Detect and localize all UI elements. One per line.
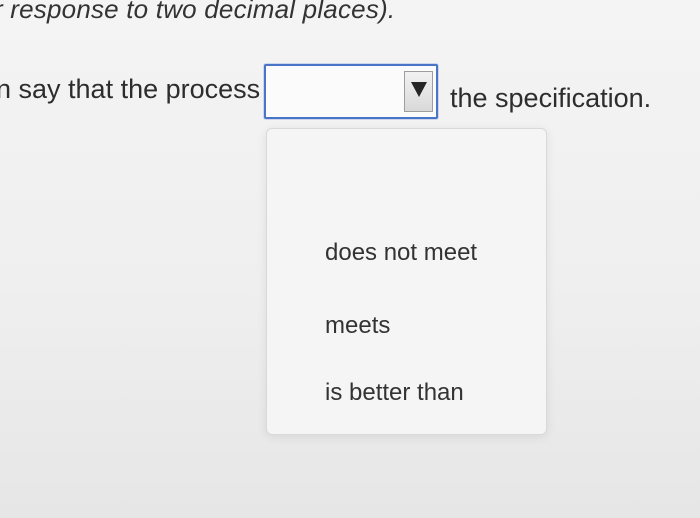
dropdown-option-meets[interactable]: meets <box>325 312 390 340</box>
sentence-suffix: the specification. <box>450 83 652 113</box>
question-screen: r response to two decimal places). n say… <box>0 0 700 518</box>
dropdown-arrow-glyph <box>411 82 427 97</box>
dropdown-menu: does not meet meets is better than <box>266 128 547 435</box>
dropdown-option-does-not-meet[interactable]: does not meet <box>325 239 477 267</box>
chevron-down-icon[interactable] <box>404 71 433 112</box>
dropdown-option-is-better-than[interactable]: is better than <box>325 379 464 407</box>
process-comparison-select[interactable] <box>264 64 438 119</box>
sentence-prefix: n say that the process <box>0 74 261 104</box>
instruction-text: r response to two decimal places). <box>0 0 396 24</box>
